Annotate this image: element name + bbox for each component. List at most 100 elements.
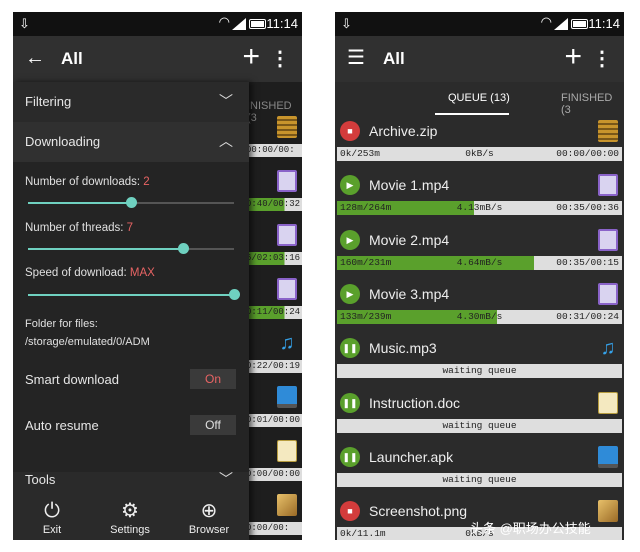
chevron-down-icon: ﹀ — [219, 471, 233, 487]
download-row[interactable]: ▶ Movie 2.mp4 160m/231m 4.64mB/s 00:35/00:15 — [335, 225, 624, 279]
status-bar: ⇩ ◠ 11:14 — [13, 12, 302, 36]
folder-path[interactable]: /storage/emulated/0/ADM — [25, 336, 150, 348]
smart-download-toggle[interactable]: On — [190, 369, 236, 389]
progress-bar: 0k/253m 0kB/s 00:00/00:00 — [337, 147, 622, 161]
num-threads-slider[interactable] — [28, 243, 234, 254]
background-row: 0:11/00:24 — [244, 274, 302, 324]
doc-icon — [598, 391, 618, 414]
download-name: Instruction.doc — [369, 394, 461, 411]
filtering-label: Filtering — [25, 94, 72, 109]
num-threads-label: Number of threads: 7 — [25, 222, 134, 234]
status-bar: ⇩ ◠ 11:14 — [335, 12, 624, 36]
browser-button[interactable]: ⊕ Browser — [174, 498, 244, 536]
speed-label: Speed of download: MAX — [25, 267, 155, 279]
apk-icon — [277, 386, 297, 408]
download-row[interactable]: ❚❚ Instruction.doc waiting queue — [335, 388, 624, 442]
background-row: 6/02:03:16 — [244, 220, 302, 270]
progress-time: 00:35/00:15 — [556, 256, 619, 268]
progress-bar: waiting queue — [337, 418, 622, 433]
download-row[interactable]: ▶ Movie 3.mp4 133m/239m 4.30mB/s 00:31/00:24 — [335, 279, 624, 333]
play-button[interactable]: ▶ — [340, 175, 360, 196]
background-row: 0:00/00:00 — [244, 436, 302, 486]
app-toolbar: ← All + ⋮ — [13, 36, 302, 82]
tab-queue[interactable]: QUEUE (13) — [448, 92, 510, 104]
downloading-section[interactable]: Downloading ︿ — [13, 122, 249, 162]
download-row[interactable]: ❚❚ Launcher.apk waiting queue — [335, 442, 624, 496]
stop-button[interactable]: ■ — [340, 121, 360, 141]
movie-icon — [277, 224, 297, 246]
battery-icon — [249, 19, 266, 29]
pause-button[interactable]: ❚❚ — [340, 446, 360, 467]
slider-thumb[interactable] — [177, 243, 189, 254]
stop-button[interactable]: ■ — [340, 501, 360, 522]
progress-speed: waiting queue — [442, 365, 517, 377]
progress-bar: 128m/264m 4.13mB/s 00:35/00:36 — [337, 201, 622, 216]
auto-resume-label: Auto resume — [25, 418, 99, 433]
image-icon — [598, 500, 618, 523]
slider-thumb[interactable] — [229, 289, 240, 300]
progress-bar: waiting queue — [337, 364, 622, 379]
globe-icon: ⊕ — [200, 500, 218, 522]
tools-label: Tools — [25, 472, 56, 487]
folder-label: Folder for files: — [25, 318, 98, 330]
clock: 11:14 — [588, 16, 620, 31]
pause-button[interactable]: ❚❚ — [340, 392, 360, 413]
image-icon — [277, 494, 297, 516]
progress-time: 00:35/00:36 — [556, 202, 619, 214]
hamburger-menu-icon[interactable]: ☰ — [347, 47, 365, 69]
watermark: 头条 @职场办公技能 — [470, 521, 591, 536]
pause-button[interactable]: ❚❚ — [340, 338, 360, 359]
download-row[interactable]: ❚❚ Music.mp3 ♫ waiting queue — [335, 333, 624, 387]
movie-icon — [277, 278, 297, 300]
chevron-up-icon: ︿ — [219, 133, 233, 149]
download-name: Music.mp3 — [369, 340, 437, 357]
downloading-label: Downloading — [25, 134, 101, 149]
active-tab-indicator — [435, 113, 509, 115]
tab-finished[interactable]: FINISHED (3 — [561, 92, 624, 116]
download-name: Screenshot.png — [369, 503, 468, 520]
speed-slider[interactable] — [28, 289, 240, 300]
tab-bar: QUEUE (13) FINISHED (3 — [335, 82, 624, 116]
auto-resume-toggle[interactable]: Off — [190, 415, 236, 435]
auto-resume-row: Auto resume Off — [13, 408, 249, 444]
music-icon: ♫ — [279, 332, 295, 354]
background-row: 0:01/00:00 — [244, 382, 302, 432]
back-arrow-icon[interactable]: ← — [25, 47, 45, 69]
slider-thumb[interactable] — [126, 197, 137, 208]
zip-icon — [598, 120, 618, 142]
num-downloads-slider[interactable] — [28, 197, 234, 208]
num-downloads-label: Number of downloads: 2 — [25, 176, 150, 188]
signal-icon — [554, 18, 568, 30]
right-phone-screen: ⇩ ◠ 11:14 ☰ All + ⋮ QUEUE (13) FINISHED … — [335, 12, 624, 540]
doc-icon — [277, 440, 297, 462]
download-row[interactable]: ▶ Movie 1.mp4 128m/264m 4.13mB/s 00:35/00:36 — [335, 170, 624, 224]
add-download-button[interactable]: + — [242, 42, 260, 72]
apk-icon — [598, 445, 618, 468]
progress-bar: waiting queue — [337, 472, 622, 487]
gear-icon: ⚙ — [121, 500, 139, 522]
toolbar-title: All — [383, 49, 405, 68]
smart-download-label: Smart download — [25, 372, 119, 387]
background-row: 0:00/00: — [244, 490, 302, 540]
play-button[interactable]: ▶ — [340, 283, 360, 304]
exit-button[interactable]: ⏻ Exit — [17, 498, 87, 536]
download-name: Movie 1.mp4 — [369, 177, 450, 194]
download-row[interactable]: ■ Archive.zip 0k/253m 0kB/s 00:00/00:00 — [335, 116, 624, 170]
download-name: Movie 3.mp4 — [369, 285, 450, 302]
settings-drawer: Filtering ﹀ Downloading ︿ Number of down… — [13, 82, 249, 540]
app-notification-icon: ⇩ — [19, 16, 30, 31]
downloading-options: Number of downloads: 2 Number of threads… — [13, 162, 249, 472]
music-icon: ♫ — [600, 337, 616, 360]
movie-icon — [598, 228, 618, 251]
signal-icon — [232, 18, 246, 30]
add-download-button[interactable]: + — [564, 42, 582, 72]
overflow-menu-icon[interactable]: ⋮ — [592, 46, 612, 71]
overflow-menu-icon[interactable]: ⋮ — [270, 46, 290, 71]
play-button[interactable]: ▶ — [340, 229, 360, 250]
power-icon: ⏻ — [44, 500, 60, 522]
filtering-section[interactable]: Filtering ﹀ — [13, 82, 249, 122]
settings-button[interactable]: ⚙ Settings — [95, 498, 165, 536]
download-name: Archive.zip — [369, 123, 438, 139]
background-row: ♫ 0:22/00:19 — [244, 332, 302, 373]
background-row: 0:40/00:32 — [244, 166, 302, 216]
